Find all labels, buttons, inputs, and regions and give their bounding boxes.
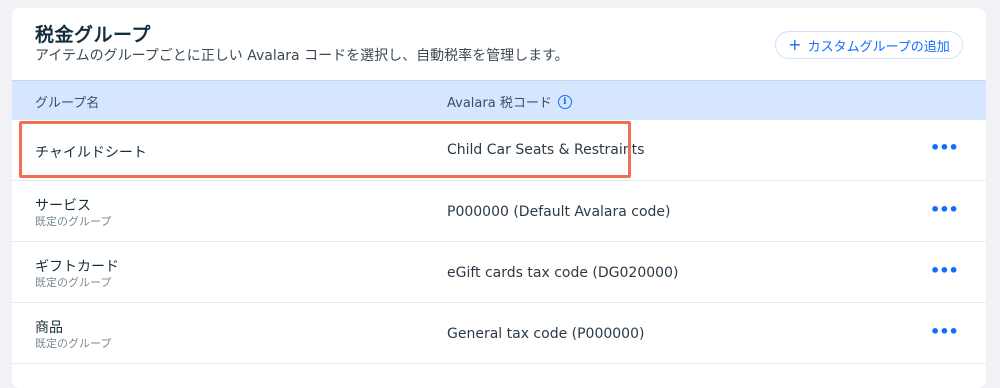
row-tax-code: eGift cards tax code (DG020000) xyxy=(447,265,679,281)
more-horizontal-icon[interactable]: ••• xyxy=(930,263,959,284)
tax-groups-card: 税金グループ アイテムのグループごとに正しい Avalara コードを選択し、自… xyxy=(12,8,986,388)
row-group-name: チャイルドシート xyxy=(35,145,147,161)
page-subtitle: アイテムのグループごとに正しい Avalara コードを選択し、自動税率を管理し… xyxy=(35,48,569,64)
info-icon[interactable]: i xyxy=(557,94,572,109)
add-custom-group-button[interactable]: + カスタムグループの追加 xyxy=(775,31,963,59)
row-group-subtitle: 既定のグループ xyxy=(35,337,112,350)
more-horizontal-icon[interactable]: ••• xyxy=(930,324,959,345)
column-header-tax-code-label: Avalara 税コード xyxy=(447,96,552,111)
row-group-name: ギフトカード xyxy=(35,259,119,275)
row-tax-code: P000000 (Default Avalara code) xyxy=(447,204,671,220)
column-header-group-name: グループ名 xyxy=(35,96,100,111)
row-group-name: サービス xyxy=(35,198,91,214)
page-title: 税金グループ xyxy=(35,24,151,46)
row-group-subtitle: 既定のグループ xyxy=(35,215,112,228)
table-header: グループ名 Avalara 税コード i xyxy=(12,80,986,120)
add-custom-group-label: カスタムグループの追加 xyxy=(807,39,950,55)
more-horizontal-icon[interactable]: ••• xyxy=(930,140,959,161)
plus-icon: + xyxy=(788,35,802,54)
row-group-subtitle: 既定のグループ xyxy=(35,276,112,289)
table-row-child-seat[interactable]: チャイルドシート Child Car Seats & Restraints ••… xyxy=(12,120,986,181)
card-header: 税金グループ アイテムのグループごとに正しい Avalara コードを選択し、自… xyxy=(12,8,986,80)
row-tax-code: General tax code (P000000) xyxy=(447,326,645,342)
row-group-name: 商品 xyxy=(35,320,63,336)
row-tax-code: Child Car Seats & Restraints xyxy=(447,142,645,158)
table-row-gift-cards[interactable]: ギフトカード 既定のグループ eGift cards tax code (DG0… xyxy=(12,242,986,303)
column-header-tax-code: Avalara 税コード i xyxy=(447,92,572,111)
more-horizontal-icon[interactable]: ••• xyxy=(930,202,959,223)
table-row-services[interactable]: サービス 既定のグループ P000000 (Default Avalara co… xyxy=(12,181,986,242)
table-row-products[interactable]: 商品 既定のグループ General tax code (P000000) ••… xyxy=(12,303,986,364)
